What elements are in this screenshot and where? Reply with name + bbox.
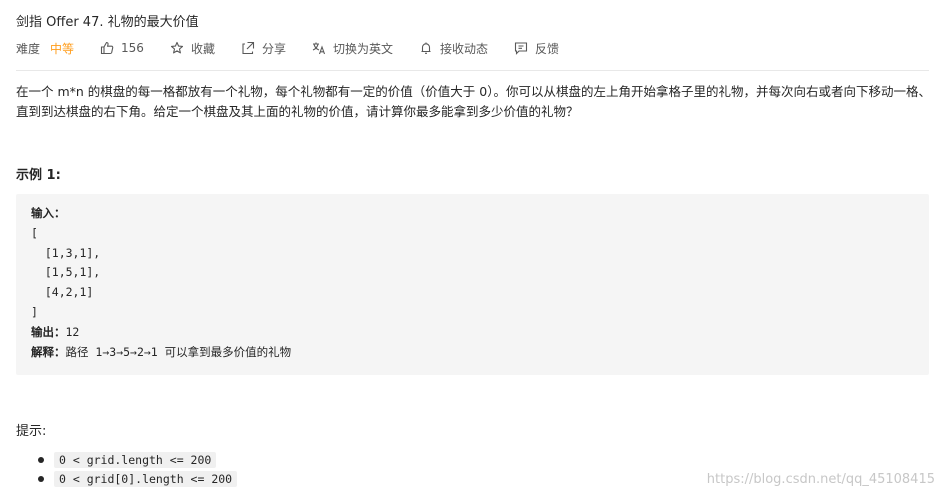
share-button[interactable]: 分享	[241, 40, 286, 57]
input-line: ]	[31, 304, 38, 319]
input-line: [1,3,1],	[31, 245, 101, 260]
switch-language-button[interactable]: 切换为英文	[312, 40, 393, 57]
input-line: [	[31, 225, 38, 240]
example-title: 示例 1:	[16, 168, 61, 183]
bullet-icon	[38, 476, 44, 482]
subscribe-label: 接收动态	[439, 41, 488, 56]
problem-description: 在一个 m*n 的棋盘的每一格都放有一个礼物，每个礼物都有一定的价值（价值大于 …	[16, 84, 931, 119]
constraints-list: 0 < grid.length <= 200 0 < grid[0].lengt…	[16, 450, 238, 488]
bell-icon	[419, 41, 433, 55]
list-item: 0 < grid.length <= 200	[16, 450, 237, 469]
switch-language-label: 切换为英文	[332, 41, 393, 56]
star-icon	[170, 41, 184, 55]
example-block: 输入： [ [1,3,1], [1,5,1], [4,2,1] ] 输出：12 …	[16, 194, 929, 375]
explain-label: 解释：	[31, 344, 66, 359]
constraint-text: 0 < grid[0].length <= 200	[54, 470, 238, 487]
like-button[interactable]: 156	[100, 41, 144, 55]
output-label: 输出：	[31, 324, 66, 339]
input-line: [4,2,1]	[31, 285, 94, 300]
explain-value: 路径 1→3→5→2→1 可以拿到最多价值的礼物	[65, 344, 292, 359]
input-label: 输入：	[31, 206, 66, 220]
hints-title: 提示:	[16, 424, 47, 439]
list-item: 0 < grid[0].length <= 200	[16, 469, 238, 488]
feedback-icon	[514, 41, 528, 55]
header-divider	[16, 70, 929, 71]
feedback-label: 反馈	[535, 41, 560, 56]
like-count: 156	[121, 41, 144, 55]
difficulty-badge: 中等	[50, 41, 75, 56]
difficulty-label: 难度	[16, 41, 41, 56]
translate-icon	[312, 41, 326, 55]
bullet-icon	[38, 457, 44, 463]
share-label: 分享	[261, 41, 286, 56]
input-line: [1,5,1],	[31, 265, 101, 280]
watermark-url: https://blog.csdn.net/qq_45108415	[706, 472, 935, 487]
favorite-label: 收藏	[190, 41, 215, 56]
favorite-button[interactable]: 收藏	[170, 40, 215, 57]
thumbs-up-icon	[100, 41, 114, 55]
share-icon	[241, 41, 255, 55]
problem-meta-bar: 难度 中等 156 收藏 分享 切换为英文 接收动态 反馈	[16, 39, 585, 57]
constraint-text: 0 < grid.length <= 200	[54, 451, 217, 468]
feedback-button[interactable]: 反馈	[514, 40, 559, 57]
output-value: 12	[65, 324, 80, 339]
subscribe-button[interactable]: 接收动态	[419, 40, 488, 57]
problem-title: 剑指 Offer 47. 礼物的最大价值	[16, 15, 199, 30]
